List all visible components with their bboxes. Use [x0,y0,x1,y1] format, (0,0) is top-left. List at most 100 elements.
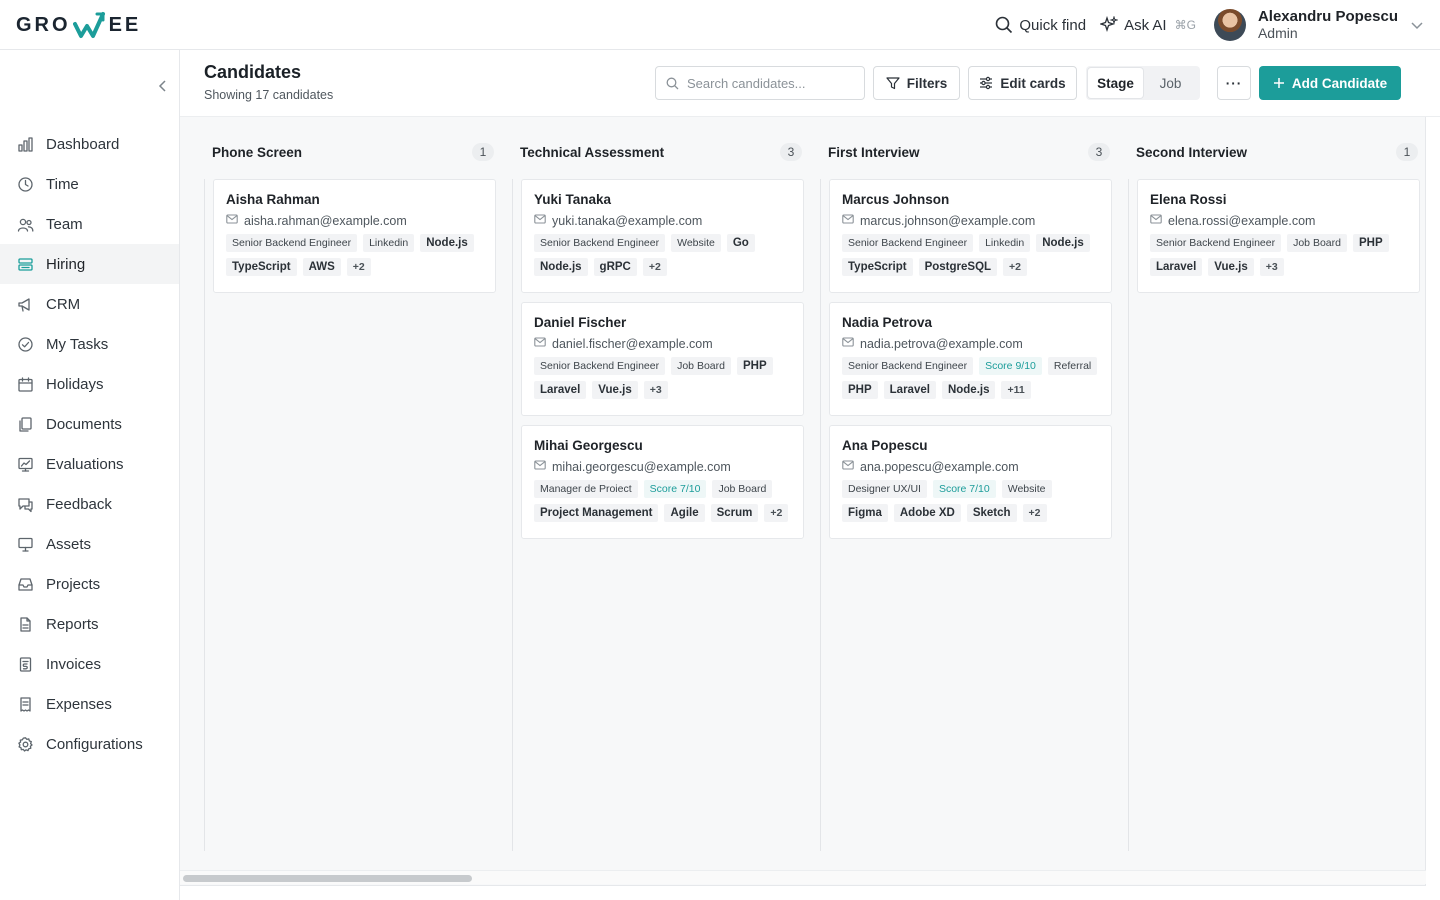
skill-tag: TypeScript [842,258,913,276]
skill-tag: Scrum [710,504,759,522]
sidebar-item-team[interactable]: Team [0,204,179,244]
sidebar-item-label: Holidays [46,375,104,393]
sidebar-item-reports[interactable]: Reports [0,604,179,644]
candidate-card[interactable]: Nadia Petrova nadia.petrova@example.com Se… [829,302,1112,416]
logo-mark-icon [72,12,105,38]
file-icon [16,615,34,633]
column-title: First Interview [828,144,920,160]
candidate-card[interactable]: Daniel Fischer daniel.fischer@example.com… [521,302,804,416]
sidebar-item-configurations[interactable]: Configurations [0,724,179,764]
more-tags-badge: +2 [346,258,371,276]
brand-logo[interactable]: GRO EE [16,8,141,42]
horizontal-scrollbar[interactable] [180,870,1426,884]
sidebar-item-invoices[interactable]: Invoices [0,644,179,684]
sidebar-item-crm[interactable]: CRM [0,284,179,324]
sidebar-item-evaluations[interactable]: Evaluations [0,444,179,484]
candidate-email: marcus.johnson@example.com [860,213,1036,228]
mail-icon [842,213,854,228]
quick-find-button[interactable]: Quick find [995,16,1086,34]
chart-board-icon [16,455,34,473]
gear-icon [16,735,34,753]
skill-tag: Project Management [534,504,659,522]
candidate-card[interactable]: Aisha Rahman aisha.rahman@example.com Seni… [213,179,496,293]
column-title: Second Interview [1136,144,1248,160]
sidebar-item-assets[interactable]: Assets [0,524,179,564]
candidate-card[interactable]: Elena Rossi elena.rossi@example.com Senior… [1137,179,1420,293]
sidebar-item-hiring[interactable]: Hiring [0,244,179,284]
card-list: Elena Rossi elena.rossi@example.com Senior… [1137,179,1420,302]
board-column: Technical Assessment 3 Yuki Tanaka yuki.tan… [488,117,804,851]
meta-tag: Website [671,234,721,252]
meta-tag: Job Board [1287,234,1347,252]
filters-button[interactable]: Filters [873,66,960,100]
meta-tag: Website [1001,480,1052,498]
search-icon [996,16,1013,34]
sidebar-item-expenses[interactable]: Expenses [0,684,179,724]
toggle-stage[interactable]: Stage [1088,68,1143,98]
mail-icon [842,459,854,474]
candidate-card[interactable]: Marcus Johnson marcus.johnson@example.com… [829,179,1112,293]
edit-cards-button[interactable]: Edit cards [968,66,1077,100]
skill-tag: Node.js [534,258,588,276]
sidebar-item-projects[interactable]: Projects [0,564,179,604]
user-menu[interactable]: Alexandru Popescu Admin [1213,9,1424,41]
card-list: Yuki Tanaka yuki.tanaka@example.com Senior… [521,179,804,548]
logo-text-right: EE [108,13,142,36]
scrollbar-thumb[interactable] [183,875,472,882]
chat-icon [16,495,34,513]
candidate-card[interactable]: Ana Popescu ana.popescu@example.com Design… [829,425,1112,539]
column-title: Phone Screen [212,144,303,160]
board-column: Second Interview 1 Elena Rossi elena.rossi@… [1104,117,1420,851]
column-title: Technical Assessment [520,144,665,160]
candidate-email: aisha.rahman@example.com [244,213,407,228]
mail-icon [1150,213,1162,228]
top-bar: GRO EE Quick find Ask AI ⌘G Alexandru Po… [0,0,1440,50]
invoice-icon [16,655,34,673]
meta-tag: Job Board [671,357,731,375]
candidate-card[interactable]: Mihai Georgescu mihai.georgescu@example.c… [521,425,804,539]
more-tags-badge: +11 [1001,381,1031,399]
sidebar-item-label: Time [46,175,79,193]
skill-tag: Laravel [1150,258,1203,276]
tag-list: Designer UX/UI Score 7/10 Website Figma Adob… [842,480,1099,522]
toggle-job[interactable]: Job [1143,68,1198,98]
add-candidate-button[interactable]: Add Candidate [1259,66,1401,100]
sidebar-item-dashboard[interactable]: Dashboard [0,124,179,164]
column-header: First Interview 3 [828,143,1110,161]
score-badge: Score 7/10 [932,480,996,498]
candidate-card[interactable]: Yuki Tanaka yuki.tanaka@example.com Senior… [521,179,804,293]
search-input[interactable] [687,75,847,91]
more-tags-badge: +3 [1259,258,1284,276]
more-options-button[interactable]: ··· [1217,66,1251,100]
column-divider [820,179,821,851]
search-box[interactable] [655,66,865,100]
sidebar-item-holidays[interactable]: Holidays [0,364,179,404]
ask-ai-button[interactable]: Ask AI ⌘G [1100,16,1196,34]
tag-list: Senior Backend Engineer Website Go Node.js g… [534,234,791,276]
sidebar-item-my-tasks[interactable]: My Tasks [0,324,179,364]
candidate-email: elena.rossi@example.com [1168,213,1316,228]
sidebar-item-documents[interactable]: Documents [0,404,179,444]
sidebar-item-feedback[interactable]: Feedback [0,484,179,524]
candidate-email-row: ana.popescu@example.com [842,459,1099,474]
tag-list: Senior Backend Engineer Score 9/10 Referra… [842,357,1099,399]
collapse-sidebar-button[interactable] [156,78,170,99]
megaphone-icon [16,295,34,313]
skill-tag: TypeScript [226,258,297,276]
column-header: Technical Assessment 3 [520,143,802,161]
skill-tag: Node.js [1036,234,1090,252]
tag-list: Senior Backend Engineer Job Board PHP Larav… [1150,234,1407,276]
skill-tag: Laravel [883,381,936,399]
logo-text-left: GRO [16,13,71,36]
meta-tag: Senior Backend Engineer [1150,234,1282,252]
score-badge: Score 9/10 [979,357,1042,375]
sidebar-item-label: My Tasks [46,335,109,353]
candidate-email-row: daniel.fischer@example.com [534,336,791,351]
more-tags-badge: +2 [1022,504,1047,522]
board-right-border [1425,117,1426,885]
card-list: Marcus Johnson marcus.johnson@example.com… [829,179,1112,548]
candidate-email-row: nadia.petrova@example.com [842,336,1099,351]
mail-icon [226,213,238,228]
sidebar-item-time[interactable]: Time [0,164,179,204]
candidate-email-row: marcus.johnson@example.com [842,213,1099,228]
